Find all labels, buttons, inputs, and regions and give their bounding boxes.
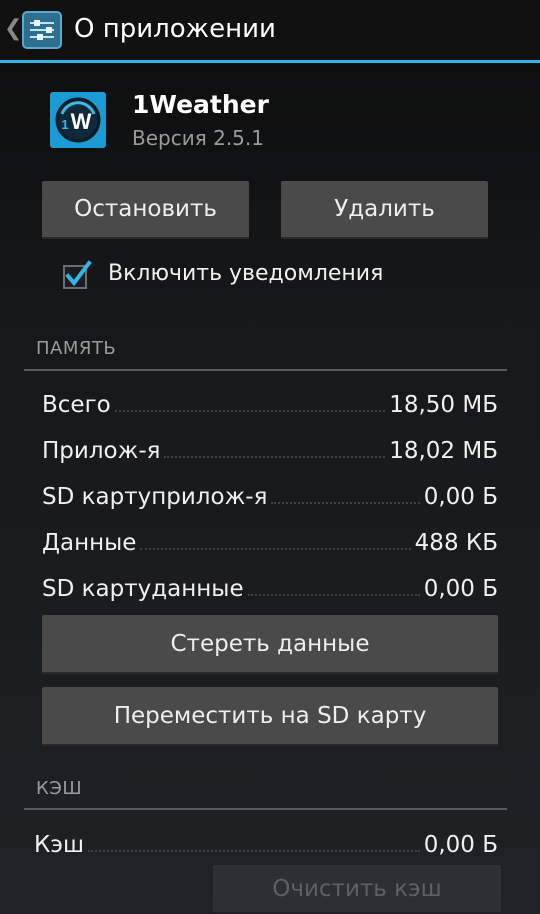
cache-divider (24, 808, 507, 810)
app-info-screen: ❮ О приложении W 1 1Weather Версия 2.5.1… (0, 0, 540, 914)
notifications-label[interactable]: Включить уведомления (108, 261, 383, 286)
move-to-sd-button[interactable]: Переместить на SD карту (42, 687, 498, 746)
up-caret-icon[interactable]: ❮ (4, 14, 22, 44)
force-stop-button[interactable]: Остановить (42, 181, 249, 239)
row-dots (271, 501, 420, 504)
app-name: 1Weather (132, 90, 269, 119)
row-value: 18,02 МБ (389, 438, 498, 464)
storage-row-sd-data: SD картуданные 0,00 Б (42, 568, 498, 602)
storage-section-header: ПАМЯТЬ (36, 338, 117, 359)
row-value: 488 КБ (414, 530, 498, 556)
cache-section-header: КЭШ (36, 778, 83, 799)
storage-row-app: Прилож-я 18,02 МБ (42, 430, 498, 464)
clear-cache-button[interactable]: Очистить кэш (213, 865, 501, 914)
row-dots (114, 409, 386, 412)
storage-row-data: Данные 488 КБ (42, 522, 498, 556)
app-version: Версия 2.5.1 (132, 126, 264, 150)
row-label: Прилож-я (42, 438, 161, 464)
settings-app-icon[interactable] (22, 11, 62, 49)
row-value: 18,50 МБ (389, 392, 498, 418)
action-bar-divider (0, 60, 540, 63)
row-value: 0,00 Б (423, 832, 498, 858)
row-value: 0,00 Б (423, 576, 498, 602)
row-dots (88, 849, 420, 852)
app-icon: W 1 (50, 92, 106, 148)
cache-row: Кэш 0,00 Б (34, 824, 498, 858)
row-label: Всего (42, 392, 111, 418)
storage-divider (24, 369, 507, 371)
storage-row-total: Всего 18,50 МБ (42, 384, 498, 418)
uninstall-button[interactable]: Удалить (281, 181, 488, 239)
row-dots (164, 455, 386, 458)
notifications-checkbox[interactable] (62, 260, 92, 290)
row-label: SD картуданные (42, 576, 244, 602)
row-label: SD картуприлож-я (42, 484, 268, 510)
svg-text:1: 1 (61, 117, 68, 132)
row-label: Кэш (34, 832, 84, 858)
row-label: Данные (42, 530, 137, 556)
clear-data-button[interactable]: Стереть данные (42, 615, 498, 674)
row-value: 0,00 Б (423, 484, 498, 510)
svg-text:W: W (71, 109, 92, 134)
action-bar: ❮ О приложении (0, 0, 540, 60)
row-dots (140, 547, 411, 550)
storage-row-sd-app: SD картуприлож-я 0,00 Б (42, 476, 498, 510)
row-dots (247, 593, 420, 596)
page-title: О приложении (74, 14, 276, 44)
